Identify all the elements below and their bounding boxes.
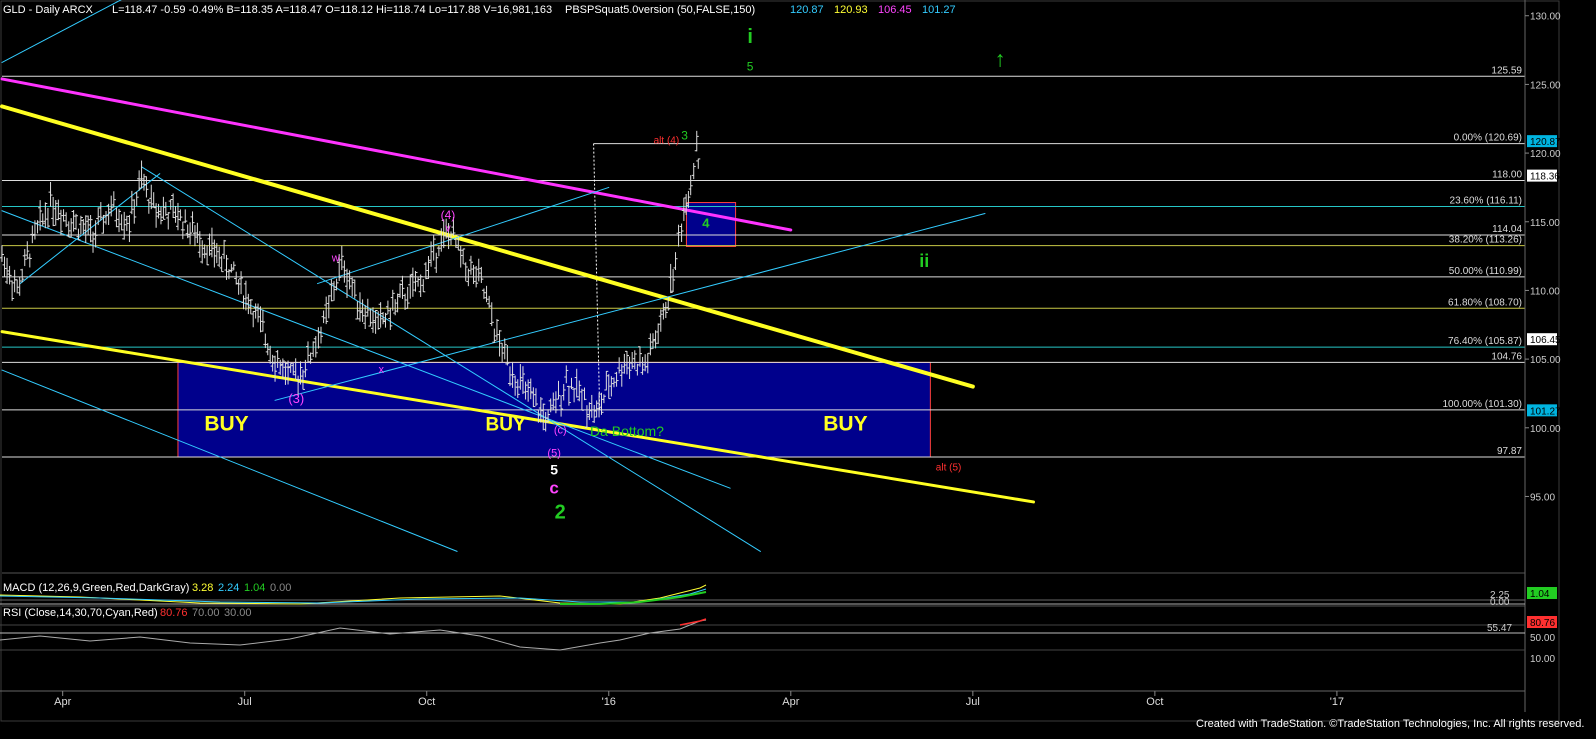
price-tick-label-2: 105.00: [1530, 355, 1561, 366]
price-tick-label-7: 130.00: [1530, 12, 1561, 23]
annotation-6: ii: [919, 251, 929, 271]
rsi-flag-text: 80.76: [1530, 618, 1555, 629]
level-label-5: 38.20% (113.26): [1449, 235, 1522, 246]
annotation-17: 2: [555, 501, 566, 523]
header-value-1: 120.93: [834, 4, 868, 16]
annotation-3: alt (4): [654, 135, 680, 146]
time-tick-label-7: '17: [1330, 696, 1344, 708]
annotation-13: Da Bottom?: [590, 423, 664, 439]
time-tick-label-5: Jul: [966, 696, 980, 708]
level-label-3: 23.60% (116.11): [1450, 196, 1522, 207]
annotation-9: w: [331, 253, 340, 265]
price-tick-label-3: 110.00: [1530, 286, 1560, 297]
rsi-tick-10: 10.00: [1530, 654, 1555, 665]
rsi-level-label: 55.47: [1487, 623, 1512, 634]
level-label-11: 97.87: [1497, 446, 1522, 457]
annotation-20: BUY: [823, 413, 867, 436]
level-label-0: 125.59: [1491, 65, 1522, 76]
header-indicator: PBSPSquat5.0version (50,FALSE,150): [565, 4, 755, 16]
annotation-18: BUY: [204, 413, 248, 436]
header-value-3: 101.27: [922, 4, 956, 16]
annotation-4: 3: [681, 128, 688, 142]
level-label-6: 50.00% (110.99): [1449, 266, 1522, 277]
time-tick-label-3: '16: [602, 696, 616, 708]
macd-label: MACD (12,26,9,Green,Red,DarkGray): [3, 582, 189, 594]
annotation-12: (c): [554, 424, 567, 436]
time-tick-label-1: Jul: [238, 696, 252, 708]
annotation-14: (5): [547, 448, 560, 460]
annotation-10: x: [378, 364, 384, 376]
price-tick-label-4: 115.00: [1530, 218, 1560, 229]
header-value-0: 120.87: [790, 4, 824, 16]
price-flag-text-3: 101.27: [1530, 406, 1561, 417]
price-flag-text-0: 120.87: [1530, 137, 1561, 148]
annotation-19: BUY: [486, 415, 526, 436]
level-label-1: 0.00% (120.69): [1454, 133, 1522, 144]
rsi-values: 80.76 70.00 30.00: [160, 607, 252, 619]
footer-credit: Created with TradeStation. ©TradeStation…: [1196, 718, 1584, 730]
rsi-value-0: 80.76: [160, 607, 188, 619]
annotation-2: ↑: [995, 47, 1006, 72]
header-quote: L=118.47 -0.59 -0.49% B=118.35 A=118.47 …: [112, 4, 552, 16]
rsi-value-2: 30.00: [224, 607, 252, 619]
macd-value-0: 3.28: [192, 582, 213, 594]
price-tick-label-5: 120.00: [1530, 149, 1561, 160]
header-value-2: 106.45: [878, 4, 912, 16]
level-label-8: 76.40% (105.87): [1448, 336, 1522, 347]
price-tick-label-6: 125.00: [1530, 80, 1561, 91]
gld-daily-chart: i5 ↑alt (4) 34ii(4)vwx(3)(c) Da Bottom?(5)5…: [0, 0, 1596, 739]
annotation-0: i: [747, 26, 753, 48]
price-tick-label-1: 100.00: [1530, 424, 1561, 435]
annotation-1: 5: [747, 60, 754, 74]
rsi-label: RSI (Close,14,30,70,Cyan,Red): [3, 607, 158, 619]
annotation-8: v: [445, 222, 451, 234]
level-label-2: 118.00: [1492, 170, 1522, 181]
level-label-9: 104.76: [1491, 351, 1522, 362]
level-label-10: 100.00% (101.30): [1442, 399, 1522, 410]
annotation-5: 4: [702, 215, 710, 230]
time-tick-label-0: Apr: [54, 696, 71, 708]
macd-value-1: 2.24: [218, 582, 239, 594]
annotation-21: alt (5): [936, 462, 962, 473]
header-symbol: GLD - Daily ARCX: [3, 4, 94, 16]
price-flag-text-1: 118.36: [1530, 172, 1560, 183]
annotation-11: (3): [288, 391, 304, 406]
macd-value-3: 0.00: [270, 582, 291, 594]
rsi-value-1: 70.00: [192, 607, 220, 619]
price-tick-label-0: 95.00: [1530, 492, 1555, 503]
level-label-4: 114.04: [1492, 224, 1522, 235]
rsi-tick-50: 50.00: [1530, 633, 1555, 644]
zone-1: [685, 202, 737, 247]
level-label-7: 61.80% (108.70): [1448, 297, 1522, 308]
macd-value-2: 1.04: [244, 582, 265, 594]
annotation-15: 5: [550, 461, 558, 477]
time-tick-label-2: Oct: [418, 696, 435, 708]
time-tick-label-4: Apr: [782, 696, 799, 708]
time-tick-label-6: Oct: [1146, 696, 1163, 708]
macd-flag-text: 1.04: [1530, 589, 1550, 600]
annotation-7: (4): [441, 208, 456, 222]
annotation-16: c: [549, 479, 558, 498]
price-flag-text-2: 106.45: [1530, 335, 1561, 346]
